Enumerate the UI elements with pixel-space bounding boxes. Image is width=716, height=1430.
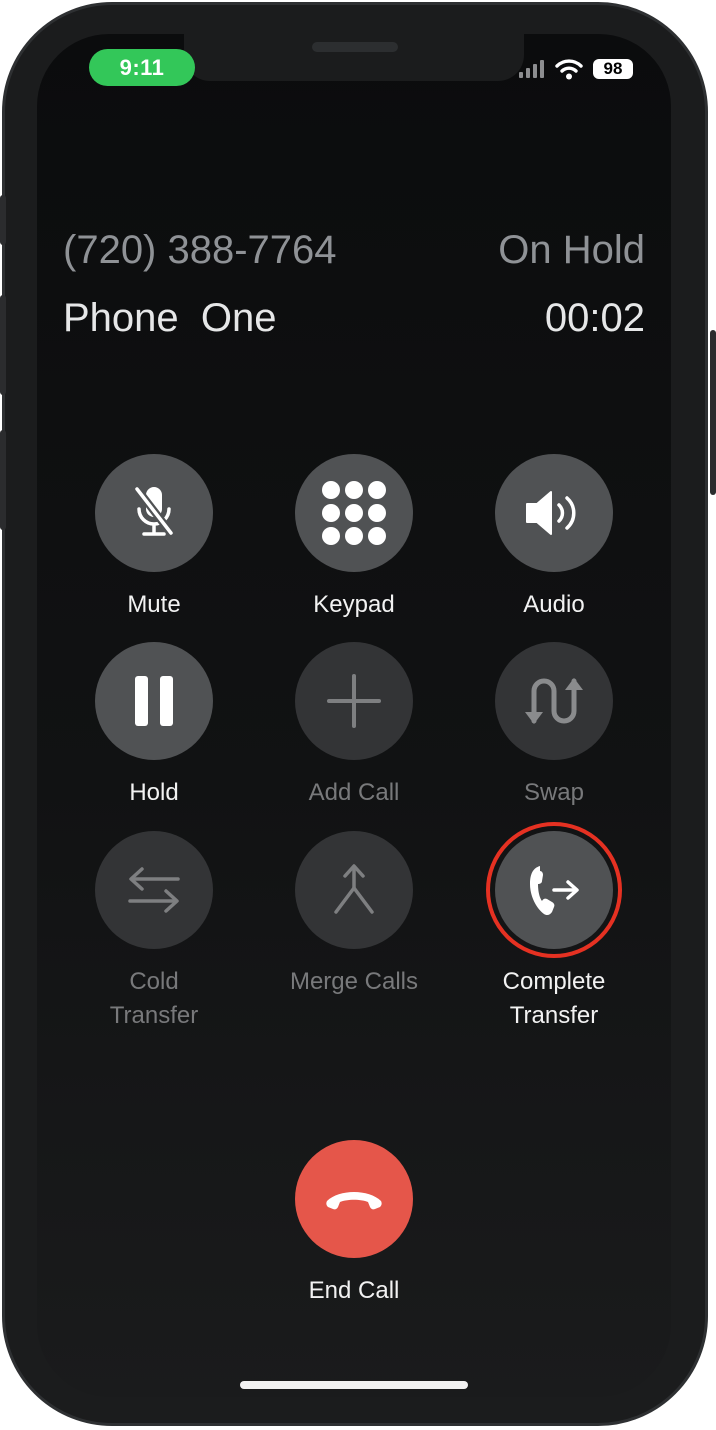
caller-info-row: (720) 388-7764 On Hold: [63, 228, 645, 273]
hold-button[interactable]: Hold: [64, 642, 244, 810]
end-call-button[interactable]: End Call: [294, 1140, 414, 1308]
call-duration: 00:02: [544, 296, 645, 340]
cold-transfer-label: Cold Transfer: [109, 968, 199, 1029]
swap-label: Swap: [523, 779, 585, 806]
audio-circle[interactable]: [495, 454, 613, 572]
home-indicator[interactable]: [240, 1381, 468, 1389]
audio-label: Audio: [523, 591, 585, 618]
action-button: [0, 195, 6, 245]
battery-indicator: 98: [593, 59, 633, 79]
mute-button[interactable]: Mute: [64, 454, 244, 622]
add-call-label: Add Call: [308, 779, 400, 806]
swap-button[interactable]: Swap: [464, 642, 644, 810]
plus-icon: [327, 674, 381, 728]
keypad-button[interactable]: Keypad: [264, 454, 444, 622]
audio-button[interactable]: Audio: [464, 454, 644, 622]
caller-name-row: Phone One 00:02: [63, 296, 645, 341]
earpiece-speaker: [312, 42, 398, 52]
call-state: On Hold: [498, 228, 645, 272]
hold-label: Hold: [129, 779, 179, 806]
end-call-circle[interactable]: [295, 1140, 413, 1258]
complete-transfer-label: Complete Transfer: [502, 968, 606, 1029]
merge-calls-label: Merge Calls: [289, 968, 419, 995]
hold-circle[interactable]: [95, 642, 213, 760]
merge-icon: [334, 864, 374, 914]
complete-transfer-button[interactable]: Complete Transfer: [464, 822, 644, 1033]
mute-circle[interactable]: [95, 454, 213, 572]
mic-slash-icon: [133, 486, 175, 536]
end-call-label: End Call: [308, 1277, 400, 1304]
keypad-label: Keypad: [313, 591, 395, 618]
merge-calls-circle[interactable]: [295, 831, 413, 949]
caller-number: (720) 388-7764: [63, 228, 337, 272]
wifi-icon: [555, 59, 583, 80]
add-call-button[interactable]: Add Call: [264, 642, 444, 810]
mute-label: Mute: [127, 591, 181, 618]
cold-transfer-circle[interactable]: [95, 831, 213, 949]
swap-circle[interactable]: [495, 642, 613, 760]
phone-hangup-icon: [326, 1192, 382, 1210]
notch: [184, 34, 524, 81]
merge-calls-button[interactable]: Merge Calls: [264, 831, 444, 999]
caller-name: Phone One: [63, 296, 277, 340]
keypad-circle[interactable]: [295, 454, 413, 572]
status-time[interactable]: 9:11: [89, 49, 195, 86]
cellular-signal-icon: [519, 60, 544, 78]
call-screen: 9:11 98 (720) 388-7764 On Hold Phone One…: [37, 34, 671, 1397]
highlight-ring: [486, 822, 622, 958]
transfer-arrows-icon: [128, 867, 180, 913]
complete-transfer-circle[interactable]: [486, 822, 622, 958]
speaker-icon: [526, 491, 576, 535]
add-call-circle[interactable]: [295, 642, 413, 760]
status-icons: 98: [519, 58, 633, 80]
pause-icon: [135, 676, 173, 726]
cold-transfer-button[interactable]: Cold Transfer: [64, 831, 244, 1033]
swap-arrows-icon: [525, 678, 583, 724]
volume-up-button: [0, 295, 6, 395]
keypad-icon: [322, 481, 386, 545]
volume-down-button: [0, 430, 6, 530]
power-button: [710, 330, 716, 495]
